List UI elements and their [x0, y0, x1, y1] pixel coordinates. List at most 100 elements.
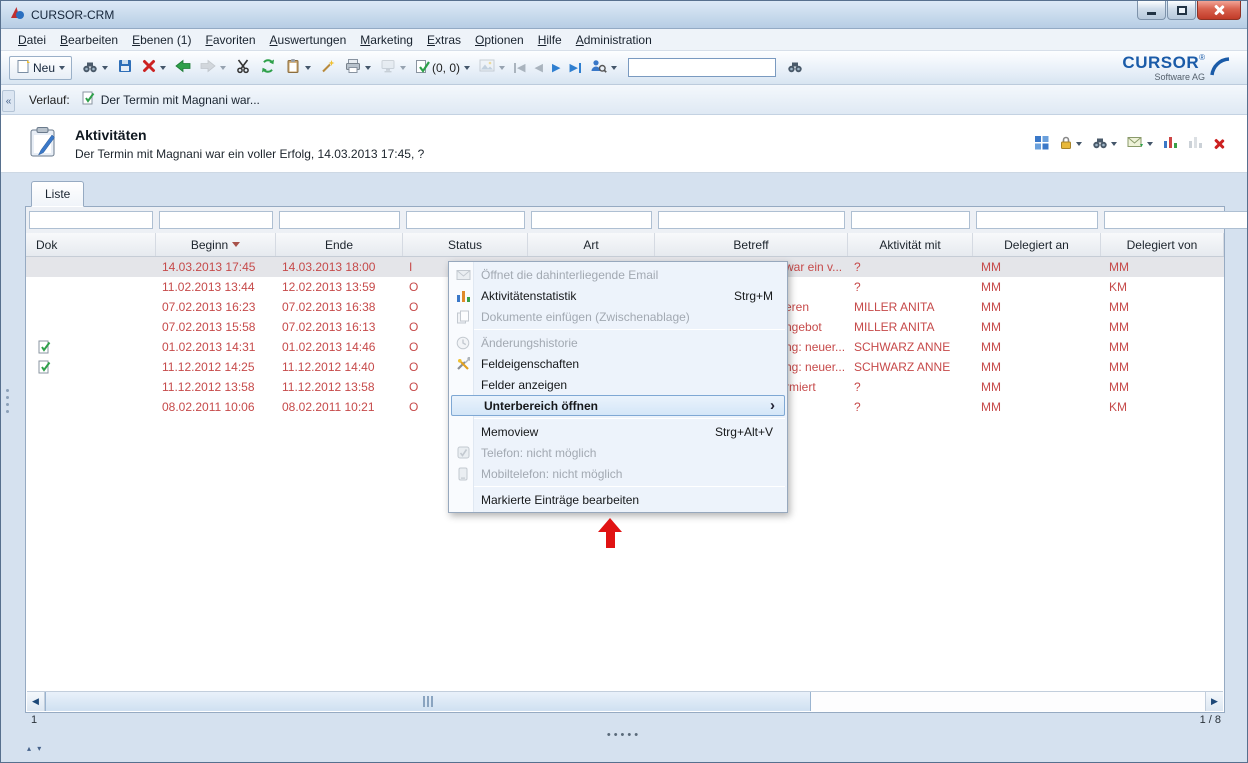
- image-button[interactable]: [476, 57, 508, 78]
- cell-aktivitaet_mit: ?: [848, 277, 973, 297]
- filter-input-status[interactable]: [406, 211, 525, 229]
- filter-input-delegiert_von[interactable]: [1104, 211, 1248, 229]
- caret-down-icon: [464, 66, 470, 70]
- column-header-delegiert_von[interactable]: Delegiert von: [1101, 233, 1224, 256]
- filter-input-dok[interactable]: [29, 211, 153, 229]
- export-button[interactable]: [1127, 135, 1153, 152]
- history-entry[interactable]: Der Termin mit Magnani war...: [82, 91, 260, 108]
- column-header-status[interactable]: Status: [403, 233, 528, 256]
- menu-hilfe[interactable]: Hilfe: [531, 31, 569, 49]
- scroll-left-button[interactable]: ◀: [27, 692, 45, 711]
- find-button[interactable]: [784, 57, 806, 79]
- mobile-icon: [451, 467, 475, 481]
- context-menu-item-oeffnet-die-dahinterliegende-email: Öffnet die dahinterliegende Email: [449, 264, 787, 285]
- save-button[interactable]: [114, 56, 136, 79]
- horizontal-scrollbar[interactable]: ◀ ▶: [27, 691, 1223, 711]
- column-header-aktivitaet_mit[interactable]: Aktivität mit: [848, 233, 973, 256]
- caret-down-icon: [611, 66, 617, 70]
- screen-button[interactable]: [377, 56, 409, 79]
- quick-search-input[interactable]: [628, 58, 776, 77]
- filter-input-art[interactable]: [531, 211, 652, 229]
- undo-button[interactable]: [172, 56, 194, 79]
- collapse-panel-button[interactable]: «: [2, 90, 15, 112]
- redo-button[interactable]: [197, 56, 229, 79]
- lock-button[interactable]: [1059, 135, 1082, 153]
- cell-delegiert_an: MM: [973, 337, 1101, 357]
- context-menu-item-aktivitaetenstatistik[interactable]: AktivitätenstatistikStrg+M: [449, 285, 787, 306]
- column-label: Dok: [36, 238, 57, 252]
- cell-ende: 11.12.2012 14:40: [276, 357, 403, 377]
- bottom-splitter[interactable]: •••••: [1, 726, 1247, 743]
- cell-delegiert_von: KM: [1101, 397, 1224, 417]
- delete-icon: [142, 59, 156, 76]
- nav-previous-button[interactable]: ◀: [532, 60, 546, 75]
- column-header-art[interactable]: Art: [528, 233, 655, 256]
- menu-item-label: Öffnet die dahinterliegende Email: [481, 268, 658, 282]
- filter-input-aktivitaet_mit[interactable]: [851, 211, 970, 229]
- filter-input-betreff[interactable]: [658, 211, 845, 229]
- nav-first-button[interactable]: ◀: [511, 60, 528, 75]
- context-menu-item-markierte-eintraege-bearbeiten[interactable]: Markierte Einträge bearbeiten: [449, 489, 787, 510]
- grid-view-button[interactable]: [1034, 135, 1049, 153]
- context-menu-item-feldeigenschaften[interactable]: Feldeigenschaften: [449, 353, 787, 374]
- new-button[interactable]: Neu: [9, 56, 72, 80]
- cell-delegiert_von: MM: [1101, 377, 1224, 397]
- context-menu-item-unterbereich-oeffnen[interactable]: Unterbereich öffnen›: [451, 395, 785, 416]
- print-button[interactable]: [342, 56, 374, 79]
- clipboard-button[interactable]: [282, 56, 314, 79]
- menu-marketing[interactable]: Marketing: [353, 31, 420, 49]
- left-splitter-grip[interactable]: [6, 389, 9, 413]
- wand-button[interactable]: [317, 56, 339, 79]
- menu-separator: [451, 418, 785, 419]
- cell-beginn: 14.03.2013 17:45: [156, 257, 276, 277]
- column-header-betreff[interactable]: Betreff: [655, 233, 848, 256]
- column-header-beginn[interactable]: Beginn: [156, 233, 276, 256]
- cell-ende: 07.02.2013 16:13: [276, 317, 403, 337]
- menu-extras[interactable]: Extras: [420, 31, 468, 49]
- nav-next-button[interactable]: ▶: [549, 60, 563, 75]
- selection-count-button[interactable]: (0, 0): [412, 57, 473, 79]
- column-header-delegiert_an[interactable]: Delegiert an: [973, 233, 1101, 256]
- filter-input-beginn[interactable]: [159, 211, 273, 229]
- menu-datei[interactable]: Datei: [11, 31, 53, 49]
- header-search-button[interactable]: [1092, 135, 1117, 153]
- person-search-button[interactable]: [587, 56, 620, 79]
- clipboard-icon: [285, 58, 301, 77]
- cell-aktivitaet_mit: ?: [848, 397, 973, 417]
- scrollbar-thumb[interactable]: [45, 692, 811, 711]
- context-menu-item-telefon-nicht-moeglich: Telefon: nicht möglich: [449, 442, 787, 463]
- menu-auswertungen[interactable]: Auswertungen: [263, 31, 354, 49]
- nav-last-button[interactable]: ▶: [566, 60, 583, 75]
- menu-administration[interactable]: Administration: [569, 31, 659, 49]
- minimize-button[interactable]: [1137, 1, 1166, 20]
- menu-item-label: Dokumente einfügen (Zwischenablage): [481, 310, 690, 324]
- cell-beginn: 08.02.2011 10:06: [156, 397, 276, 417]
- menu-bearbeiten[interactable]: Bearbeiten: [53, 31, 125, 49]
- scroll-right-button[interactable]: ▶: [1205, 692, 1223, 711]
- image-icon: [479, 59, 495, 76]
- filter-input-delegiert_an[interactable]: [976, 211, 1098, 229]
- menu-favoriten[interactable]: Favoriten: [198, 31, 262, 49]
- filter-input-ende[interactable]: [279, 211, 400, 229]
- close-button[interactable]: [1197, 1, 1241, 20]
- delete-button[interactable]: [139, 57, 169, 78]
- bottom-expand-buttons[interactable]: ▴ ▾: [27, 744, 43, 753]
- page-header: Aktivitäten Der Termin mit Magnani war e…: [1, 115, 1247, 173]
- statistics-disabled-button[interactable]: [1188, 135, 1203, 152]
- column-header-dok[interactable]: Dok: [26, 233, 156, 256]
- close-view-button[interactable]: [1213, 138, 1225, 150]
- search-button[interactable]: [79, 57, 111, 79]
- caret-down-icon: [1147, 142, 1153, 146]
- cut-icon: [235, 58, 251, 77]
- menu-ebenen-1[interactable]: Ebenen (1): [125, 31, 198, 49]
- context-menu-item-memoview[interactable]: MemoviewStrg+Alt+V: [449, 421, 787, 442]
- column-header-ende[interactable]: Ende: [276, 233, 403, 256]
- menu-optionen[interactable]: Optionen: [468, 31, 531, 49]
- context-menu-item-felder-anzeigen[interactable]: Felder anzeigen: [449, 374, 787, 395]
- statistics-button[interactable]: [1163, 135, 1178, 152]
- cut-button[interactable]: [232, 56, 254, 79]
- tab-liste[interactable]: Liste: [31, 181, 84, 207]
- refresh-button[interactable]: [257, 56, 279, 79]
- maximize-button[interactable]: [1167, 1, 1196, 20]
- caret-down-icon: [1111, 142, 1117, 146]
